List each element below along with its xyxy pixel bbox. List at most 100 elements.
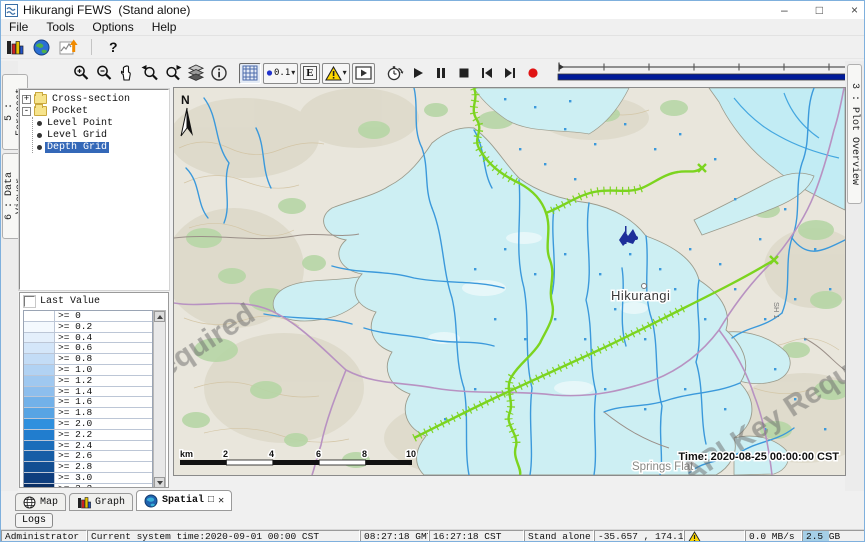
pan-hand-icon[interactable]: [115, 62, 138, 84]
database-display-icon[interactable]: [6, 39, 24, 56]
application-window: Hikurangi FEWS (Stand alone) – □ × File …: [0, 0, 865, 542]
menu-help[interactable]: Help: [152, 20, 177, 34]
play-button[interactable]: [407, 62, 430, 84]
status-bar: AdministratorCurrent system time:2020-09…: [1, 529, 864, 542]
label-tool-icon: E: [303, 66, 316, 80]
legend-swatch: [24, 397, 55, 407]
menu-file[interactable]: File: [9, 20, 28, 34]
tree-item-label[interactable]: Cross-section: [50, 94, 132, 105]
menu-tools[interactable]: Tools: [46, 20, 74, 34]
tree-item-depth-grid[interactable]: Depth Grid: [37, 141, 166, 153]
town-label: Hikurangi: [611, 288, 670, 303]
legend-label: >= 2.4: [55, 441, 92, 451]
status-cell-4: Stand alone: [524, 530, 594, 542]
legend-row[interactable]: >= 2.2: [24, 430, 152, 441]
svg-text:6: 6: [316, 449, 321, 459]
map-toolbar: 0.1 ▾ E ▾: [1, 59, 864, 87]
label-tool-button[interactable]: E: [300, 63, 319, 84]
legend-row[interactable]: >= 0.2: [24, 322, 152, 333]
tree-item-label[interactable]: Level Point: [45, 118, 115, 129]
stop-button[interactable]: [453, 62, 476, 84]
legend-swatch: [24, 451, 55, 461]
scroll-up-icon[interactable]: [154, 311, 165, 322]
tree-item-label-selected[interactable]: Depth Grid: [45, 142, 109, 153]
pause-button[interactable]: [430, 62, 453, 84]
tree-item-label[interactable]: Pocket: [50, 106, 90, 117]
legend-label: >= 2.2: [55, 430, 92, 440]
map-display-icon[interactable]: [33, 39, 50, 56]
tab-map[interactable]: Map: [15, 493, 66, 511]
legend-swatch: [24, 462, 55, 472]
logs-button[interactable]: Logs: [15, 513, 53, 528]
app-logo-icon: [5, 4, 18, 17]
time-slider[interactable]: [555, 60, 865, 87]
last-value-checkbox[interactable]: [24, 296, 35, 307]
skip-to-start-button[interactable]: [476, 62, 499, 84]
svg-text:2: 2: [223, 449, 228, 459]
legend-swatch: [24, 343, 55, 353]
toolbar-separator: [91, 39, 92, 55]
bullet-icon: [37, 145, 42, 150]
warning-dropdown[interactable]: ▾: [322, 63, 350, 84]
zoom-next-icon[interactable]: [161, 62, 184, 84]
tree-item-level-grid[interactable]: Level Grid: [37, 129, 166, 141]
tree-item-level-point[interactable]: Level Point: [37, 117, 166, 129]
title-bar: Hikurangi FEWS (Stand alone) – □ ×: [1, 1, 864, 19]
tab-graph[interactable]: Graph: [69, 493, 133, 511]
legend-swatch: [24, 419, 55, 429]
legend-row[interactable]: >= 3.2: [24, 484, 152, 488]
zoom-out-icon[interactable]: [92, 62, 115, 84]
info-icon[interactable]: [207, 62, 230, 84]
legend-header: Last Value: [20, 293, 168, 309]
tree-item-pocket[interactable]: - Pocket: [22, 105, 166, 117]
legend-swatch: [24, 430, 55, 440]
window-title: Hikurangi FEWS (Stand alone): [23, 3, 190, 17]
layer-tree-panel: + Cross-section - Pocket Level Point Lev…: [19, 89, 169, 290]
close-pane-icon[interactable]: ✕: [218, 495, 224, 507]
tab-label: Graph: [95, 497, 125, 508]
legend-swatch: [24, 473, 55, 483]
svg-text:8: 8: [362, 449, 367, 459]
tab-spatial[interactable]: Spatial □ ✕: [136, 490, 232, 511]
legend-label: >= 0.4: [55, 333, 92, 343]
grid-display-button[interactable]: [239, 63, 261, 84]
status-cell-0: Administrator: [1, 530, 87, 542]
legend-label: >= 1.2: [55, 376, 92, 386]
map-viewport[interactable]: Hikurangi Springs Flat SH 1 API Key Requ…: [173, 87, 846, 476]
record-button[interactable]: [522, 62, 545, 84]
legend-swatch: [24, 484, 55, 488]
slider-thumb[interactable]: [559, 64, 564, 70]
minimize-button[interactable]: –: [781, 3, 788, 17]
restore-pane-icon[interactable]: □: [208, 495, 214, 506]
layers-icon[interactable]: [184, 62, 207, 84]
timer-icon[interactable]: [384, 62, 407, 84]
tree-item-cross-section[interactable]: + Cross-section: [22, 93, 166, 105]
class-break-dropdown[interactable]: 0.1 ▾: [263, 63, 298, 84]
zoom-in-icon[interactable]: [69, 62, 92, 84]
skip-to-end-button[interactable]: [499, 62, 522, 84]
scroll-down-icon[interactable]: [154, 477, 165, 488]
threshold-value: 0.1: [274, 68, 290, 78]
help-button[interactable]: ?: [105, 39, 122, 55]
close-button[interactable]: ×: [851, 3, 858, 17]
legend-swatch: [24, 441, 55, 451]
animation-button[interactable]: [352, 63, 375, 84]
expand-icon[interactable]: +: [22, 95, 31, 104]
legend-label: >= 1.4: [55, 387, 92, 397]
maximize-button[interactable]: □: [816, 3, 823, 17]
legend-row[interactable]: >= 1.2: [24, 376, 152, 387]
menu-options[interactable]: Options: [92, 20, 133, 34]
legend-swatch: [24, 322, 55, 332]
legend-table: >= 0>= 0.2>= 0.4>= 0.6>= 0.8>= 1.0>= 1.2…: [23, 310, 153, 488]
tab-plot-overview[interactable]: 3 : Plot Overview: [847, 64, 862, 204]
tree-item-label[interactable]: Level Grid: [45, 130, 109, 141]
chevron-down-icon: ▾: [343, 69, 347, 77]
svg-text:km: km: [180, 449, 193, 459]
collapse-icon[interactable]: -: [22, 107, 31, 116]
legend-swatch: [24, 354, 55, 364]
import-export-icon[interactable]: [59, 39, 78, 56]
zoom-previous-icon[interactable]: [138, 62, 161, 84]
map-canvas[interactable]: Hikurangi Springs Flat SH 1 API Key Requ…: [174, 88, 845, 475]
legend-scrollbar[interactable]: [153, 310, 166, 488]
svg-text:N: N: [181, 93, 190, 107]
